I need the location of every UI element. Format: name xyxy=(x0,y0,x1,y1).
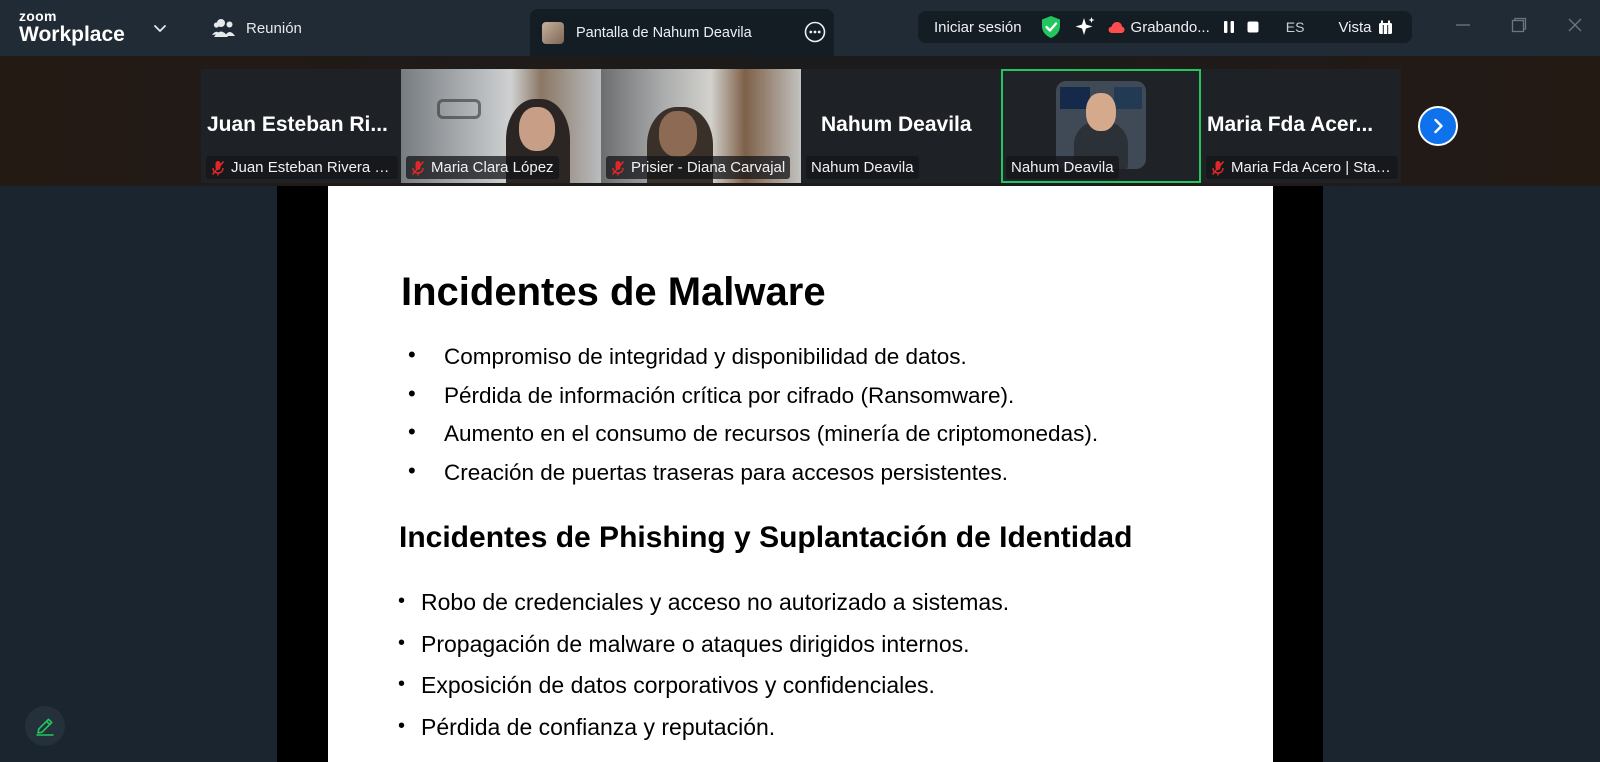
participant-nametag: Prisier - Diana Carvajal xyxy=(606,156,791,179)
list-item: Aumento en el consumo de recursos (miner… xyxy=(408,413,1098,454)
meeting-tab-label: Reunión xyxy=(246,19,302,37)
participant-display-name: Nahum Deavila xyxy=(821,113,972,136)
participant-nametag: Maria Clara López xyxy=(406,156,559,179)
list-item: Robo de credenciales y acceso no autoriz… xyxy=(398,581,1009,624)
participant-nametag-label: Juan Esteban Rivera - ... xyxy=(231,159,393,176)
presentation-slide: Incidentes de Malware Compromiso de inte… xyxy=(328,186,1273,762)
next-page-button[interactable] xyxy=(1418,106,1458,146)
office-logo xyxy=(437,99,481,119)
participant-nametag-label: Maria Clara López xyxy=(431,159,554,176)
participant-nametag: Juan Esteban Rivera - ... xyxy=(206,156,398,179)
screen-share-tab[interactable]: Pantalla de Nahum Deavila xyxy=(530,9,834,56)
participant-nametag: Nahum Deavila xyxy=(1006,156,1119,179)
language-selector[interactable]: ES xyxy=(1286,19,1305,35)
share-tab-label: Pantalla de Nahum Deavila xyxy=(576,24,752,41)
list-item: Propagación de malware o ataques dirigid… xyxy=(398,623,1009,666)
list-item: Creación de puertas traseras para acceso… xyxy=(408,452,1098,493)
phishing-bullet-list: Robo de credenciales y acceso no autoriz… xyxy=(398,581,1009,749)
shield-check-icon[interactable] xyxy=(1040,15,1062,39)
title-bar: zoom Workplace Reunión Pantalla de Nahum… xyxy=(0,0,1600,56)
participant-face xyxy=(659,111,697,157)
participant-nametag-label: Prisier - Diana Carvajal xyxy=(631,159,786,176)
participant-nametag-label: Nahum Deavila xyxy=(1011,159,1114,176)
view-label: Vista xyxy=(1338,18,1372,36)
chevron-down-icon[interactable] xyxy=(152,20,168,36)
participant-nametag: Nahum Deavila xyxy=(806,156,919,179)
grid-view-icon xyxy=(1378,20,1392,34)
zoom-workplace-logo[interactable]: zoom Workplace xyxy=(19,9,125,45)
participant-tile[interactable]: Maria Fda Acer... Maria Fda Acero | Star… xyxy=(1201,69,1401,183)
pause-icon[interactable] xyxy=(1222,19,1236,35)
chevron-right-icon xyxy=(1434,118,1443,134)
list-item: Pérdida de información crítica por cifra… xyxy=(408,375,1098,416)
restore-icon[interactable] xyxy=(1510,16,1528,34)
list-item: Exposición de datos corporativos y confi… xyxy=(398,664,1009,707)
close-icon[interactable] xyxy=(1566,16,1584,34)
mic-off-icon xyxy=(611,160,625,175)
participant-tile[interactable]: Nahum Deavila Nahum Deavila xyxy=(801,69,1001,183)
participant-display-name: Juan Esteban Ri... xyxy=(207,113,388,136)
view-button[interactable]: Vista xyxy=(1338,19,1392,36)
sign-in-button[interactable]: Iniciar sesión xyxy=(934,19,1022,36)
recording-status: Grabando... xyxy=(1130,18,1210,36)
avatar xyxy=(542,21,564,44)
participant-nametag: Maria Fda Acero | Start... xyxy=(1206,156,1398,179)
mic-off-icon xyxy=(211,160,225,175)
minimize-icon[interactable] xyxy=(1454,16,1472,34)
more-icon[interactable] xyxy=(804,21,826,43)
zoom-window: zoom Workplace Reunión Pantalla de Nahum… xyxy=(0,0,1600,762)
meeting-toolbar: Iniciar sesión Grabando... ES Vista xyxy=(918,11,1412,43)
list-item: Pérdida de confianza y reputación. xyxy=(398,706,1009,749)
participant-face xyxy=(1086,93,1116,131)
people-icon xyxy=(212,19,235,37)
participant-tile[interactable]: Prisier - Diana Carvajal xyxy=(601,69,801,183)
list-item: Compromiso de integridad y disponibilida… xyxy=(408,336,1098,377)
meeting-tab[interactable]: Reunión xyxy=(212,16,302,40)
pencil-icon xyxy=(36,718,54,736)
participant-tile[interactable]: Nahum Deavila xyxy=(1001,69,1201,183)
stop-icon[interactable] xyxy=(1246,19,1260,35)
annotate-button[interactable] xyxy=(25,706,65,746)
sparkle-icon[interactable] xyxy=(1074,16,1096,38)
malware-bullet-list: Compromiso de integridad y disponibilida… xyxy=(408,336,1098,493)
participant-face xyxy=(519,107,555,151)
brand-bottom-text: Workplace xyxy=(19,23,125,46)
mic-off-icon xyxy=(411,160,425,175)
participant-display-name: Maria Fda Acer... xyxy=(1207,113,1374,136)
participant-tile[interactable]: Maria Clara López xyxy=(401,69,601,183)
slide-subtitle: Incidentes de Phishing y Suplantación de… xyxy=(399,521,1133,554)
mic-off-icon xyxy=(1211,160,1225,175)
participant-filmstrip: Juan Esteban Ri... Juan Esteban Rivera -… xyxy=(0,56,1600,186)
slide-title: Incidentes de Malware xyxy=(401,270,826,314)
window-controls xyxy=(1454,16,1584,34)
background-screen xyxy=(1114,87,1142,109)
brand-top-text: zoom xyxy=(19,8,57,24)
cloud-record-icon xyxy=(1108,21,1125,33)
participant-nametag-label: Nahum Deavila xyxy=(811,159,914,176)
participant-nametag-label: Maria Fda Acero | Start... xyxy=(1231,159,1393,176)
participant-tile[interactable]: Juan Esteban Ri... Juan Esteban Rivera -… xyxy=(201,69,401,183)
